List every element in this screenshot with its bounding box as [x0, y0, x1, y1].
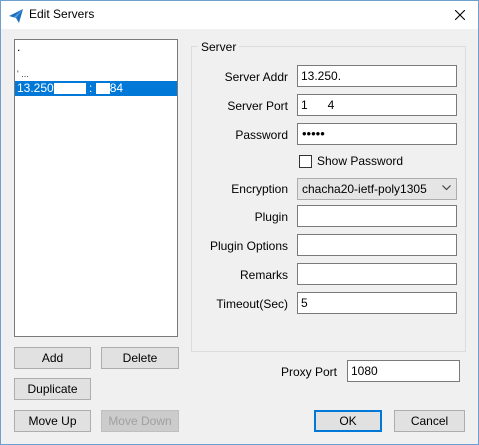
- plugin-options-input[interactable]: [297, 234, 457, 256]
- server-port-label: Server Port: [227, 99, 288, 113]
- encryption-value: chacha20-ietf-poly1305: [302, 182, 427, 196]
- server-port-input[interactable]: [297, 94, 457, 116]
- encryption-label: Encryption: [231, 182, 288, 196]
- window-title: Edit Servers: [29, 7, 95, 21]
- list-item[interactable]: .: [15, 40, 177, 55]
- server-addr-input[interactable]: [297, 65, 457, 87]
- move-up-button[interactable]: Move Up: [14, 410, 91, 432]
- redaction-mask: [53, 83, 86, 95]
- server-list[interactable]: . ' ... 13.250 : 84: [14, 39, 178, 337]
- remarks-input[interactable]: [297, 263, 457, 285]
- edit-servers-window: Edit Servers . ' ... 13.250 : 84 Add Del…: [0, 0, 479, 445]
- close-icon: [455, 10, 465, 20]
- redaction-mask: [95, 83, 110, 95]
- password-dots: •••••: [302, 126, 325, 141]
- encryption-select[interactable]: chacha20-ietf-poly1305: [297, 178, 457, 200]
- show-password-checkbox[interactable]: [299, 155, 312, 168]
- move-down-button[interactable]: Move Down: [101, 410, 179, 432]
- plugin-options-label: Plugin Options: [209, 239, 288, 253]
- list-item-selected[interactable]: 13.250 : 84: [15, 81, 177, 96]
- add-button[interactable]: Add: [14, 347, 91, 369]
- duplicate-button[interactable]: Duplicate: [14, 378, 91, 400]
- server-addr-label: Server Addr: [224, 70, 288, 84]
- password-input[interactable]: •••••: [297, 123, 457, 145]
- delete-button[interactable]: Delete: [101, 347, 179, 369]
- proxy-port-input[interactable]: [347, 360, 460, 382]
- paper-plane-icon: [9, 9, 23, 23]
- dialog-client-area: . ' ... 13.250 : 84 Add Delete Duplicate…: [1, 29, 478, 444]
- list-item[interactable]: [15, 55, 177, 70]
- close-button[interactable]: [442, 1, 478, 29]
- server-group-label: Server: [198, 40, 240, 54]
- password-label: Password: [235, 128, 288, 142]
- show-password-label[interactable]: Show Password: [317, 154, 403, 168]
- timeout-label: Timeout(Sec): [216, 297, 288, 311]
- plugin-input[interactable]: [297, 205, 457, 227]
- timeout-input[interactable]: [297, 292, 457, 314]
- proxy-port-label: Proxy Port: [280, 365, 337, 379]
- title-bar: Edit Servers: [1, 1, 478, 29]
- chevron-down-icon: [442, 185, 451, 191]
- list-item[interactable]: ' ...: [15, 70, 177, 81]
- ok-button[interactable]: OK: [314, 410, 382, 432]
- plugin-label: Plugin: [254, 210, 288, 224]
- remarks-label: Remarks: [239, 268, 288, 282]
- cancel-button[interactable]: Cancel: [394, 410, 465, 432]
